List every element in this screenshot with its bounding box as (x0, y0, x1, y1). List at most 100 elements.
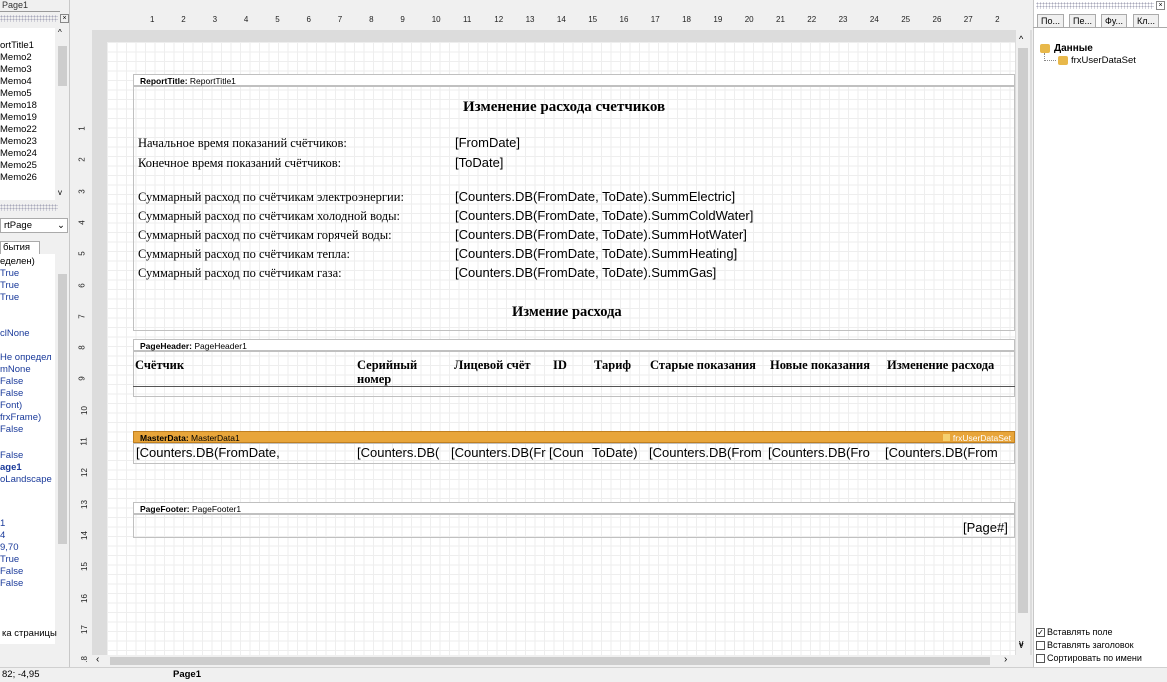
property-value[interactable]: 4 (0, 530, 5, 542)
tree-item[interactable]: Memo26 (0, 172, 37, 184)
column-header[interactable]: Старые показания (650, 358, 756, 372)
column-header[interactable]: Счётчик (135, 358, 184, 372)
page-footer-band-header[interactable]: PageFooter: PageFooter1 (133, 502, 1015, 514)
tree-item[interactable]: Memo22 (0, 124, 37, 136)
tree-item[interactable]: Memo18 (0, 100, 37, 112)
page-header-band[interactable] (133, 351, 1015, 397)
insert-field-checkbox[interactable]: ✓ (1036, 628, 1045, 637)
property-value[interactable]: True (0, 280, 19, 292)
field-summ-cold-water[interactable]: [Counters.DB(FromDate, ToDate).SummColdW… (455, 209, 753, 223)
panel-grip[interactable] (0, 204, 58, 211)
tree-item[interactable]: Memo19 (0, 112, 37, 124)
insert-header-checkbox[interactable] (1036, 641, 1045, 650)
property-value[interactable]: еделен) (0, 256, 35, 268)
scroll-thumb[interactable] (1018, 48, 1028, 613)
property-value[interactable]: 1 (0, 518, 5, 530)
master-data-band-header[interactable]: MasterData: MasterData1 frxUserDataSet (133, 431, 1015, 443)
panel-grip[interactable] (1036, 2, 1154, 9)
data-cell[interactable]: [Counters.DB(Fro (768, 446, 870, 460)
property-value[interactable]: frxFrame) (0, 412, 41, 424)
canvas-horizontal-scrollbar[interactable]: ‹ › (92, 654, 1016, 667)
property-value[interactable]: Не определ (0, 352, 52, 364)
tab-classes[interactable]: Кл... (1133, 14, 1159, 27)
close-icon[interactable]: × (60, 14, 69, 23)
tab-data[interactable]: По... (1037, 14, 1064, 27)
data-cell[interactable]: [Counters.DB(From (649, 446, 762, 460)
page-tab[interactable]: Page1 (0, 0, 60, 12)
data-cell[interactable]: [Counters.DB( (357, 446, 439, 460)
property-value[interactable]: mNone (0, 364, 31, 376)
field-summ-electric[interactable]: [Counters.DB(FromDate, ToDate).SummElect… (455, 190, 735, 204)
property-value[interactable]: age1 (0, 462, 22, 474)
scroll-thumb[interactable] (110, 657, 990, 665)
property-value[interactable]: False (0, 566, 23, 578)
property-value[interactable]: True (0, 554, 19, 566)
report-subtitle[interactable]: Измение расхода (512, 305, 622, 320)
field-summ-gas[interactable]: [Counters.DB(FromDate, ToDate).SummGas] (455, 266, 716, 280)
data-cell[interactable]: ToDate) (592, 446, 638, 460)
data-cell[interactable]: [Counters.DB(Fr (451, 446, 546, 460)
label-start-time[interactable]: Начальное время показаний счётчиков: (138, 136, 347, 150)
chevron-right-icon[interactable]: › (1004, 654, 1007, 665)
chevron-up-icon[interactable]: ^ (1019, 34, 1023, 44)
field-summ-hot-water[interactable]: [Counters.DB(FromDate, ToDate).SummHotWa… (455, 228, 747, 242)
label-gas[interactable]: Суммарный расход по счётчикам газа: (138, 266, 342, 280)
property-value[interactable]: False (0, 578, 23, 590)
label-end-time[interactable]: Конечное время показаний счётчиков: (138, 156, 341, 170)
property-value[interactable]: False (0, 388, 23, 400)
page-footer-band[interactable] (133, 514, 1015, 538)
column-header[interactable]: ID (553, 358, 567, 372)
field-from-date[interactable]: [FromDate] (455, 136, 520, 150)
panel-grip[interactable] (0, 15, 58, 22)
report-title-band-header[interactable]: ReportTitle: ReportTitle1 (133, 74, 1015, 86)
column-header[interactable]: Лицевой счёт (454, 358, 531, 372)
tree-item[interactable]: ortTitle1 (0, 40, 34, 52)
tree-item[interactable]: Memo24 (0, 148, 37, 160)
properties-scrollbar[interactable] (56, 254, 69, 604)
property-value[interactable]: False (0, 424, 23, 436)
tree-item[interactable]: Memo23 (0, 136, 37, 148)
data-cell[interactable]: [Coun (549, 446, 584, 460)
label-heating[interactable]: Суммарный расход по счётчикам тепла: (138, 247, 350, 261)
property-value[interactable]: Font) (0, 400, 22, 412)
property-value[interactable]: False (0, 450, 23, 462)
data-cell[interactable]: [Counters.DB(From (885, 446, 998, 460)
column-header[interactable]: Тариф (594, 358, 631, 372)
label-cold-water[interactable]: Суммарный расход по счётчикам холодной в… (138, 209, 400, 223)
field-to-date[interactable]: [ToDate] (455, 156, 503, 170)
scroll-thumb[interactable] (58, 274, 67, 544)
tab-events[interactable]: бытия (0, 241, 40, 254)
tree-item[interactable]: Memo3 (0, 64, 32, 76)
chevron-down-icon[interactable]: v (58, 188, 62, 197)
close-icon[interactable]: × (1156, 1, 1165, 10)
column-header[interactable]: Серийный номер (357, 358, 427, 386)
property-value[interactable]: False (0, 376, 23, 388)
tree-root[interactable]: Данные (1054, 43, 1093, 54)
property-value[interactable]: oLandscape (0, 474, 52, 486)
property-value[interactable]: True (0, 292, 19, 304)
tree-item[interactable]: Memo2 (0, 52, 32, 64)
tree-scrollbar[interactable]: ^ v (56, 28, 69, 200)
chevron-down-icon[interactable]: v (1019, 640, 1024, 650)
chevron-up-icon[interactable]: ^ (58, 28, 62, 37)
page-header-band-header[interactable]: PageHeader: PageHeader1 (133, 339, 1015, 351)
tree-item[interactable]: Memo5 (0, 88, 32, 100)
page-number-field[interactable]: [Page#] (963, 521, 1008, 535)
chevron-left-icon[interactable]: ‹ (96, 654, 99, 665)
object-select[interactable]: rtPage ⌄ (0, 218, 68, 233)
tree-item[interactable]: Memo4 (0, 76, 32, 88)
tab-variables[interactable]: Пе... (1069, 14, 1096, 27)
tree-item-dataset[interactable]: frxUserDataSet (1071, 55, 1136, 66)
column-header[interactable]: Изменение расхода (887, 358, 994, 372)
scroll-thumb[interactable] (58, 46, 67, 86)
sort-by-name-checkbox[interactable] (1036, 654, 1045, 663)
tree-item[interactable]: Memo25 (0, 160, 37, 172)
label-hot-water[interactable]: Суммарный расход по счётчикам горячей во… (138, 228, 392, 242)
property-value[interactable]: clNone (0, 328, 30, 340)
report-title[interactable]: Изменение расхода счетчиков (463, 100, 665, 115)
column-header[interactable]: Новые показания (770, 358, 870, 372)
data-cell[interactable]: [Counters.DB(FromDate, (136, 446, 280, 460)
field-summ-heating[interactable]: [Counters.DB(FromDate, ToDate).SummHeati… (455, 247, 737, 261)
canvas-vertical-scrollbar[interactable]: ^ v (1016, 30, 1030, 655)
property-value[interactable]: True (0, 268, 19, 280)
